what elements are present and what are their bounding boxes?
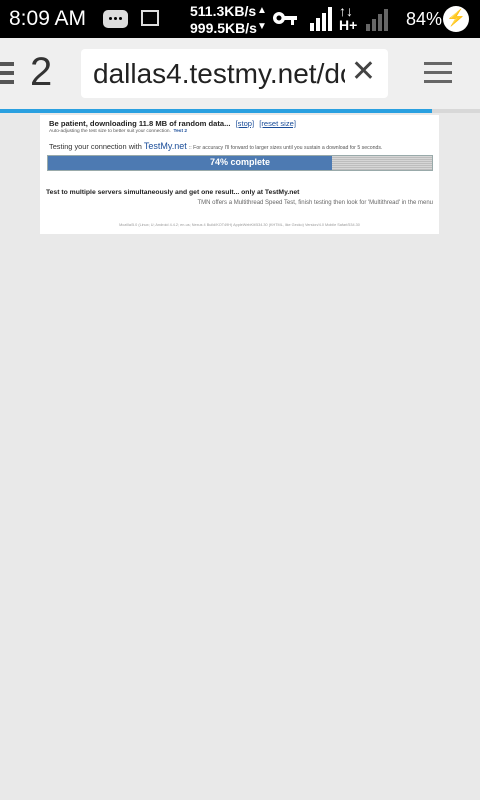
- reset-size-link[interactable]: [reset size]: [259, 119, 296, 128]
- testing-line: Testing your connection with TestMy.net …: [49, 141, 382, 151]
- key-icon: [273, 12, 297, 25]
- message-icon: [103, 10, 128, 28]
- signal-weak-icon: [366, 9, 388, 31]
- download-progress-bar: 74% complete: [47, 155, 433, 171]
- battery-charging-icon: ⚡: [443, 6, 469, 32]
- clock: 8:09 AM: [9, 7, 87, 30]
- page-load-progress-fill: [0, 109, 432, 113]
- data-arrows-icon: ↑↓ H+: [339, 3, 358, 33]
- battery-percent: 84%: [406, 9, 443, 29]
- status-bar: 8:09 AM 511.3KB/s 999.5KB/s ▲ ▼ ↑↓ H+ 84%…: [0, 0, 480, 38]
- clear-url-icon[interactable]: ✕: [351, 57, 376, 87]
- stop-link[interactable]: [stop]: [236, 119, 255, 128]
- accuracy-hint: :: For accuracy I'll forward to larger s…: [188, 145, 383, 151]
- progress-label: 74% complete: [209, 157, 271, 167]
- url-text[interactable]: dallas4.testmy.net/do: [93, 58, 345, 90]
- test-label: Test 2: [173, 129, 188, 134]
- network-type: H+: [339, 17, 358, 33]
- autoadjust-text: Auto-adjusting the test size to better s…: [49, 129, 171, 134]
- brand-link[interactable]: TestMy.net: [144, 141, 187, 151]
- network-speed: 511.3KB/s 999.5KB/s: [190, 3, 257, 37]
- overflow-menu-icon[interactable]: [424, 62, 452, 89]
- patience-text: Be patient, downloading 11.8 MB of rando…: [49, 119, 231, 128]
- tab-count-button[interactable]: 2: [30, 50, 52, 95]
- status-line: Be patient, downloading 11.8 MB of rando…: [49, 119, 296, 128]
- speed-arrows-icon: ▲ ▼: [257, 5, 267, 32]
- speedtest-panel: Be patient, downloading 11.8 MB of rando…: [40, 115, 439, 234]
- download-speed: 999.5KB/s: [190, 20, 257, 36]
- user-agent-text: Mozilla/5.0 (Linux; U; Android 4.4.2; en…: [119, 223, 360, 227]
- side-menu-icon[interactable]: [0, 62, 14, 84]
- upload-speed: 511.3KB/s: [190, 3, 257, 19]
- multithread-text: TMN offers a Multithread Speed Test, fin…: [197, 200, 433, 206]
- page-load-progress: [0, 109, 480, 113]
- multi-server-text: Test to multiple servers simultaneously …: [46, 189, 300, 196]
- url-field[interactable]: dallas4.testmy.net/do ✕: [81, 49, 388, 98]
- testing-prefix: Testing your connection with: [49, 142, 142, 151]
- browser-toolbar: 2 dallas4.testmy.net/do ✕: [0, 38, 480, 110]
- image-icon: [141, 10, 159, 26]
- autoadjust-line: Auto-adjusting the test size to better s…: [49, 129, 187, 134]
- signal-icon: [310, 7, 332, 31]
